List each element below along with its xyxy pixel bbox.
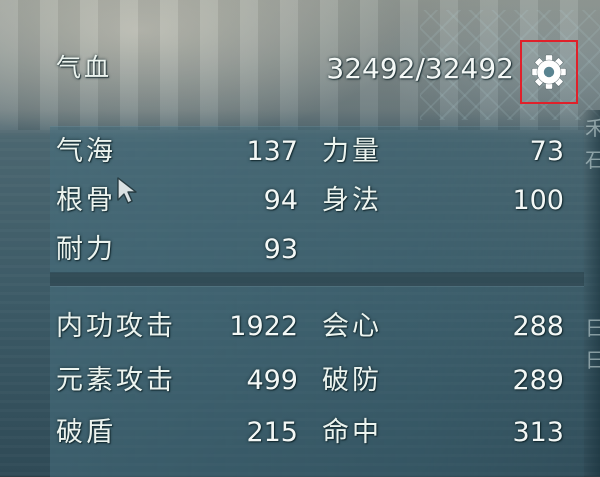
stat-value: 288 bbox=[512, 311, 564, 342]
panel-divider bbox=[50, 272, 584, 286]
stat-label: 根骨 bbox=[56, 185, 116, 216]
stat-label: 耐力 bbox=[56, 234, 116, 265]
stat-label: 元素攻击 bbox=[56, 365, 176, 396]
hp-label: 气血 bbox=[56, 53, 113, 82]
side-panel-glyph: 日 bbox=[585, 316, 600, 340]
stat-label: 破防 bbox=[322, 365, 382, 396]
stat-value: 1922 bbox=[229, 311, 298, 342]
stat-value: 499 bbox=[246, 365, 298, 396]
mouse-cursor-icon bbox=[117, 177, 137, 204]
side-panel-glyph: 禾 bbox=[585, 116, 600, 140]
hp-value: 32492/32492 bbox=[326, 52, 514, 85]
stat-value: 137 bbox=[246, 136, 298, 167]
stat-label: 身法 bbox=[322, 185, 382, 216]
stat-label: 会心 bbox=[322, 311, 382, 342]
settings-button[interactable] bbox=[520, 40, 578, 104]
stat-label: 命中 bbox=[322, 417, 382, 448]
stat-value: 93 bbox=[263, 234, 298, 265]
stat-value: 94 bbox=[263, 185, 298, 216]
stat-value: 73 bbox=[529, 136, 564, 167]
stat-value: 313 bbox=[512, 417, 564, 448]
stat-label: 内功攻击 bbox=[56, 311, 176, 342]
gear-icon bbox=[531, 54, 567, 90]
stat-label: 破盾 bbox=[56, 417, 116, 448]
stat-label: 力量 bbox=[322, 136, 382, 167]
stat-value: 289 bbox=[512, 365, 564, 396]
stat-value: 215 bbox=[246, 417, 298, 448]
stat-label: 气海 bbox=[56, 136, 116, 167]
side-panel-glyph: 石 bbox=[585, 148, 600, 172]
side-panel-glyph: 日 bbox=[585, 348, 600, 372]
stat-value: 100 bbox=[512, 185, 564, 216]
